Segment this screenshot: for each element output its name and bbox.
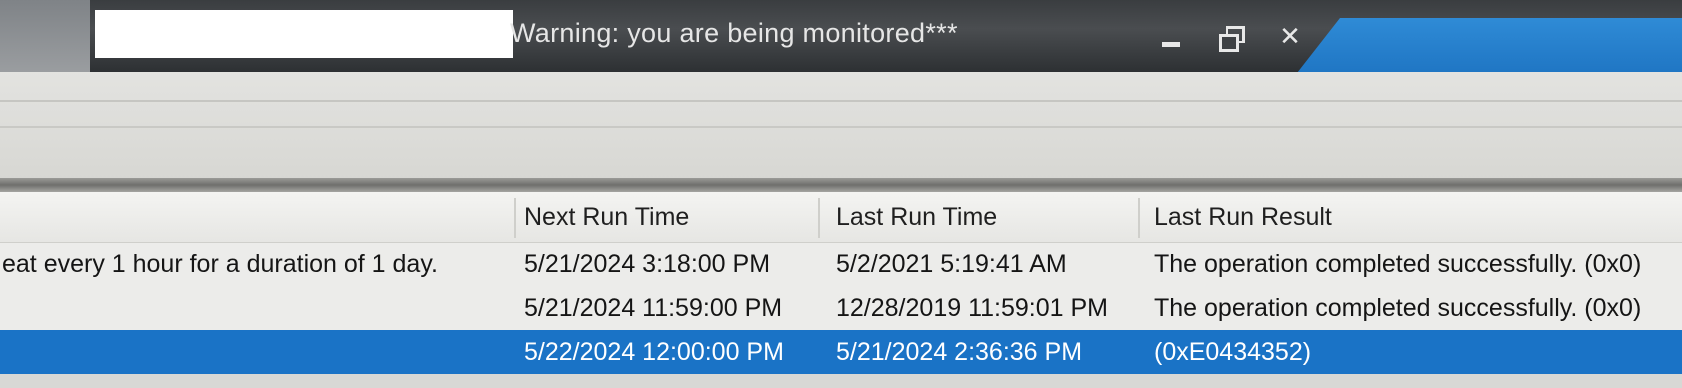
column-header-row: Next Run Time Last Run Time Last Run Res… (0, 192, 1682, 243)
last-run-cell: 12/28/2019 11:59:01 PM (836, 294, 1108, 322)
result-cell: (0xE0434352) (1154, 338, 1312, 366)
window-title: Warning: you are being monitored*** (510, 18, 958, 48)
trigger-cell: eat every 1 hour for a duration of 1 day… (2, 250, 438, 278)
next-run-cell: 5/21/2024 3:18:00 PM (524, 250, 771, 278)
column-divider[interactable] (514, 198, 516, 238)
result-cell: The operation completed successfully. (0… (1154, 294, 1642, 322)
background-window-edge (1293, 18, 1682, 78)
task-scheduler-window: Warning: you are being monitored*** ✕ Ne… (0, 0, 1682, 388)
title-bar-left-edge (0, 0, 90, 72)
table-row-selected[interactable]: 5/22/2024 12:00:00 PM 5/21/2024 2:36:36 … (0, 330, 1682, 374)
restore-button[interactable] (1210, 20, 1254, 54)
minimize-button[interactable] (1150, 20, 1194, 54)
minimize-icon (1162, 42, 1180, 47)
column-header-last-run-result[interactable]: Last Run Result (1154, 192, 1332, 242)
redacted-region (95, 10, 513, 58)
last-run-cell: 5/21/2024 2:36:36 PM (836, 338, 1083, 366)
list-bottom-edge (0, 374, 1682, 388)
column-header-last-run-time[interactable]: Last Run Time (836, 192, 997, 242)
result-cell: The operation completed successfully. (0… (1154, 250, 1642, 278)
last-run-cell: 5/2/2021 5:19:41 AM (836, 250, 1067, 278)
restore-icon (1218, 26, 1246, 52)
column-header-next-run-time[interactable]: Next Run Time (524, 192, 689, 242)
task-list: Next Run Time Last Run Time Last Run Res… (0, 192, 1682, 388)
table-row[interactable]: eat every 1 hour for a duration of 1 day… (0, 242, 1682, 286)
column-divider[interactable] (818, 198, 820, 238)
close-button[interactable]: ✕ (1268, 20, 1312, 54)
next-run-cell: 5/21/2024 11:59:00 PM (524, 294, 783, 322)
title-bar: Warning: you are being monitored*** ✕ (0, 0, 1682, 78)
table-row[interactable]: 5/21/2024 11:59:00 PM 12/28/2019 11:59:0… (0, 286, 1682, 330)
close-icon: ✕ (1279, 22, 1301, 52)
divider (0, 100, 1682, 102)
next-run-cell: 5/22/2024 12:00:00 PM (524, 338, 784, 366)
divider (0, 126, 1682, 128)
column-divider[interactable] (1138, 198, 1140, 238)
pane-splitter[interactable] (0, 178, 1682, 192)
